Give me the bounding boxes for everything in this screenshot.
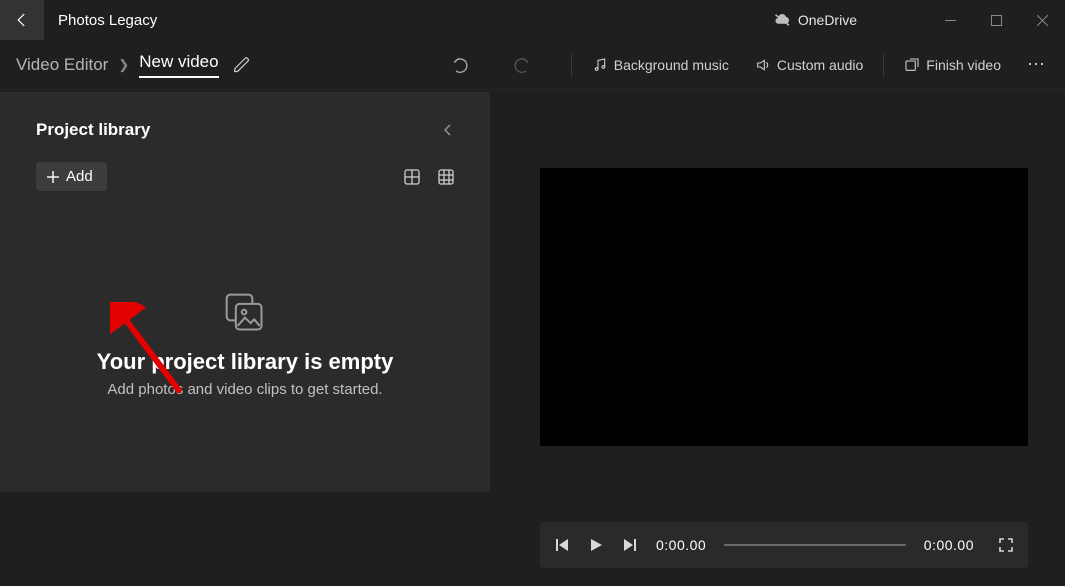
breadcrumb-video-editor[interactable]: Video Editor	[16, 55, 108, 75]
step-back-icon	[554, 537, 570, 553]
empty-library-icon	[36, 291, 454, 335]
play-button[interactable]	[588, 537, 604, 553]
separator	[571, 54, 572, 76]
previous-frame-button[interactable]	[554, 537, 570, 553]
project-library-panel: Project library Add	[0, 92, 490, 492]
empty-state-title: Your project library is empty	[36, 349, 454, 375]
background-music-button[interactable]: Background music	[586, 53, 735, 77]
time-current: 0:00.00	[656, 537, 706, 553]
grid-large-view-button[interactable]	[404, 169, 420, 185]
time-total: 0:00.00	[924, 537, 974, 553]
collapse-library-button[interactable]	[442, 123, 454, 137]
custom-audio-label: Custom audio	[777, 57, 863, 73]
fullscreen-icon	[998, 537, 1014, 553]
add-label: Add	[66, 168, 93, 185]
breadcrumb: Video Editor ❯ New video	[16, 52, 219, 78]
close-button[interactable]	[1019, 0, 1065, 40]
breadcrumb-current: New video	[139, 52, 218, 78]
pencil-icon	[233, 56, 251, 74]
play-icon	[588, 537, 604, 553]
project-library-title: Project library	[36, 120, 150, 140]
finish-video-button[interactable]: Finish video	[898, 53, 1007, 77]
redo-icon	[511, 55, 531, 75]
plus-icon	[46, 170, 60, 184]
onedrive-label: OneDrive	[798, 12, 857, 28]
seek-slider[interactable]	[724, 544, 906, 546]
speaker-icon	[755, 57, 771, 73]
rename-button[interactable]	[233, 56, 251, 74]
finish-video-label: Finish video	[926, 57, 1001, 73]
chevron-right-icon: ❯	[118, 57, 129, 73]
separator	[883, 54, 884, 76]
grid-small-view-button[interactable]	[438, 169, 454, 185]
background-music-label: Background music	[614, 57, 729, 73]
maximize-button[interactable]	[973, 0, 1019, 40]
fullscreen-button[interactable]	[998, 537, 1014, 553]
video-preview	[540, 168, 1028, 446]
grid-3x3-icon	[438, 169, 454, 185]
step-forward-icon	[622, 537, 638, 553]
back-button[interactable]	[0, 0, 44, 40]
next-frame-button[interactable]	[622, 537, 638, 553]
music-icon	[592, 57, 608, 73]
add-button[interactable]: Add	[36, 162, 107, 191]
playback-controls: 0:00.00 0:00.00	[540, 522, 1028, 568]
empty-state-subtitle: Add photos and video clips to get starte…	[36, 381, 454, 398]
onedrive-status[interactable]: OneDrive	[774, 12, 857, 28]
cloud-off-icon	[774, 13, 792, 27]
more-button[interactable]: ⋯	[1021, 54, 1051, 75]
undo-button[interactable]	[451, 55, 471, 75]
undo-icon	[451, 55, 471, 75]
redo-button[interactable]	[511, 55, 531, 75]
grid-2x2-icon	[404, 169, 420, 185]
chevron-left-icon	[442, 123, 454, 137]
custom-audio-button[interactable]: Custom audio	[749, 53, 869, 77]
app-title: Photos Legacy	[58, 12, 157, 29]
ellipsis-icon: ⋯	[1027, 54, 1045, 74]
export-icon	[904, 57, 920, 73]
minimize-button[interactable]	[927, 0, 973, 40]
